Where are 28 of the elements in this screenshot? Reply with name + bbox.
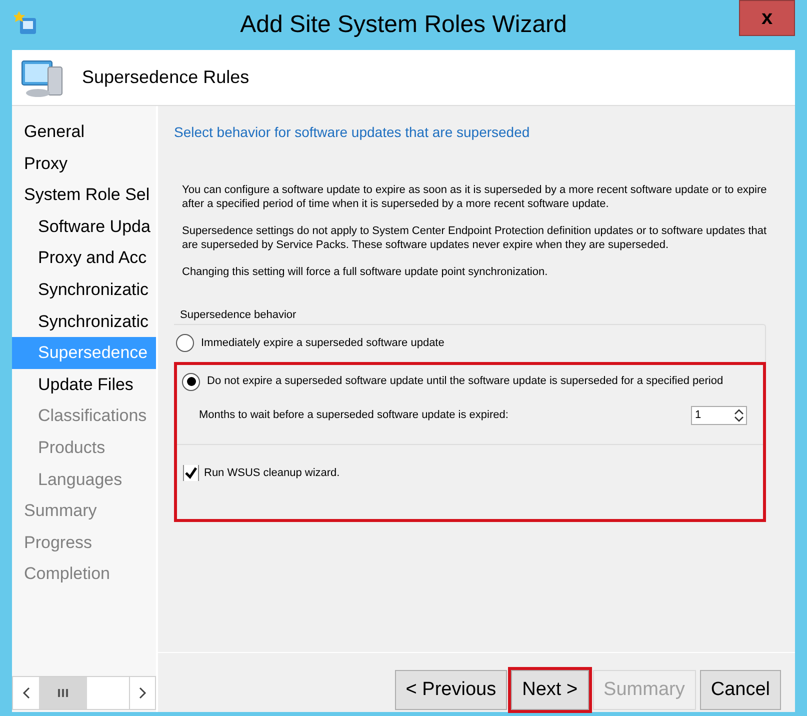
months-label: Months to wait before a superseded software update is expired: [199,408,510,423]
nav-item[interactable]: Synchronizatic [12,306,156,338]
spin-arrows-icon[interactable] [732,406,746,424]
description-text: You can configure a software update to expire as soon as it is superseded by a more recent software update or to expire after a specified period of time when it is superseded by a more recent software update. [182,183,768,211]
nav-item[interactable]: System Role Sel [12,179,156,211]
wizard-button[interactable]: Cancel [700,670,781,710]
description-text: Supersedence settings do not apply to System Center Endpoint Protection definition updates or to software updates that are superseded by Service Packs. These software updates never expire when they are superseded. [182,224,768,252]
radio-option[interactable]: Immediately expire a superseded software update [174,334,444,352]
nav-item[interactable]: Proxy [12,148,156,180]
nav-item[interactable]: General [12,116,156,148]
nav-item[interactable]: Update Files [12,368,156,400]
horizontal-scrollbar[interactable] [12,676,156,710]
close-button[interactable]: x [739,0,795,36]
wizard-button[interactable]: Next > [511,670,589,710]
description-text: Changing this setting will force a full software update point synchronization. [182,265,549,279]
months-spinner[interactable]: 1 [691,406,747,424]
cleanup-checkbox[interactable]: Run WSUS cleanup wizard. [177,464,763,481]
nav-item[interactable]: Software Upda [12,210,156,242]
wizard-button[interactable]: < Previous [394,670,508,710]
radio-option[interactable]: Do not expire a superseded software update until the software update is superseded for a specified period [177,372,763,390]
nav-item[interactable]: Proxy and Acc [12,242,156,274]
section-heading: Select behavior for software updates that are superseded [174,123,531,142]
page-title: Supersedence Rules [82,66,250,89]
window-title: Add Site System Roles Wizard [240,10,567,40]
scroll-thumb[interactable] [39,677,87,709]
check-icon [184,466,198,480]
group-title: Supersedence behavior [179,308,298,323]
nav-item[interactable]: Synchronizatic [12,274,156,306]
